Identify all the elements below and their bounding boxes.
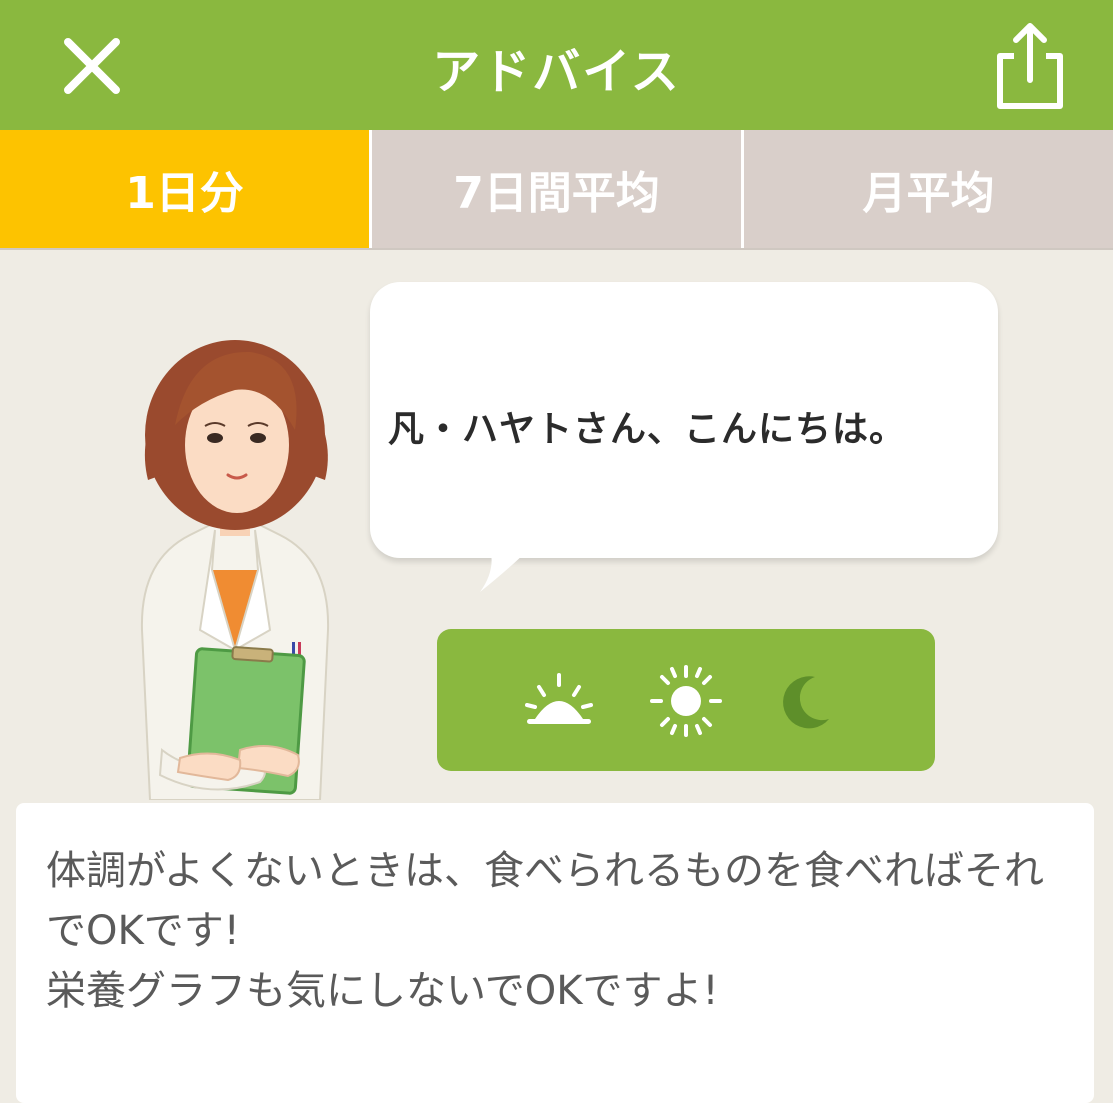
speech-bubble-tail [480, 548, 530, 592]
time-of-day-selector [437, 629, 935, 771]
moon-icon[interactable] [771, 665, 843, 737]
sun-icon[interactable] [650, 665, 722, 737]
doctor-illustration [140, 340, 330, 800]
greeting-text: 凡・ハヤトさん、こんにちは。 [388, 409, 907, 450]
sunrise-icon[interactable] [523, 665, 595, 737]
tab-seven-day-average[interactable]: 7日間平均 [369, 130, 741, 248]
share-button[interactable] [990, 18, 1070, 112]
share-icon [997, 23, 1063, 109]
speech-bubble: 凡・ハヤトさん、こんにちは。 [370, 282, 998, 558]
tab-monthly-average[interactable]: 月平均 [741, 130, 1113, 248]
tab-one-day[interactable]: 1日分 [0, 130, 369, 248]
period-tabs: 1日分 7日間平均 月平均 [0, 130, 1113, 250]
advice-text: 体調がよくないときは、食べられるものを食べればそれでOKです! 栄養グラフも気に… [46, 848, 1044, 1014]
page-title: アドバイス [432, 44, 681, 100]
advice-card: 体調がよくないときは、食べられるものを食べればそれでOKです! 栄養グラフも気に… [16, 803, 1094, 1103]
header-bar: アドバイス [0, 0, 1113, 130]
